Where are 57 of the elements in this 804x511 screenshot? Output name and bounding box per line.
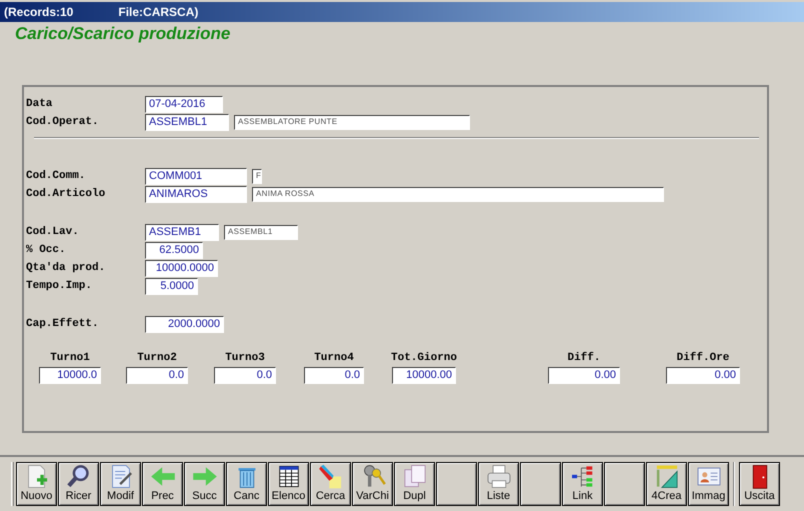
description-field: ASSEMBL1 (224, 224, 298, 240)
toolbar-button[interactable]: Liste (478, 462, 519, 506)
field-label: Cod.Comm. (26, 168, 86, 184)
input-field[interactable]: 62.5000 (145, 242, 203, 258)
input-field[interactable]: ASSEMBL1 (145, 114, 229, 130)
field-label: Qta'da prod. (26, 260, 106, 276)
toolbar-button[interactable]: 4Crea (646, 462, 687, 506)
description-field: ANIMA ROSSA (252, 186, 664, 202)
input-field[interactable]: 07-04-2016 (145, 96, 223, 112)
input-field[interactable]: ASSEMB1 (145, 224, 219, 240)
toolbar-button[interactable]: Immag (688, 462, 729, 506)
toolbar-button[interactable]: Cerca (310, 462, 351, 506)
toolbar-button[interactable]: Canc (226, 462, 267, 506)
toolbar-button[interactable]: Link (562, 462, 603, 506)
input-field[interactable]: 0.0 (214, 367, 276, 384)
input-field[interactable]: 10000.00 (392, 367, 456, 384)
input-field[interactable]: 0.0 (304, 367, 364, 384)
field-label: Cod.Operat. (26, 114, 100, 130)
input-field[interactable]: 10000.0000 (145, 260, 218, 276)
column-label: Diff. (567, 351, 600, 365)
empty-toolbar-button[interactable] (436, 462, 477, 506)
column-label: Turno4 (314, 351, 354, 365)
column-label: Turno2 (137, 351, 177, 365)
column-label: Turno3 (225, 351, 265, 365)
toolbar-button[interactable]: Succ (184, 462, 225, 506)
field-label: Tempo.Imp. (26, 278, 94, 294)
empty-toolbar-button[interactable] (520, 462, 561, 506)
input-field[interactable]: 2000.0000 (145, 316, 224, 332)
input-field[interactable]: 0.00 (666, 367, 740, 384)
empty-toolbar-button[interactable] (604, 462, 645, 506)
toolbar-button[interactable]: Modif (100, 462, 141, 506)
input-field[interactable]: COMM001 (145, 168, 247, 184)
column-label: Diff.Ore (676, 351, 730, 365)
input-field[interactable]: ANIMAROS (145, 186, 247, 202)
column-label: Tot.Giorno (391, 351, 458, 365)
toolbar-button[interactable]: Elenco (268, 462, 309, 506)
toolbar-button[interactable]: Nuovo (16, 462, 57, 506)
form-title: Carico/Scarico produzione (15, 23, 230, 45)
input-field[interactable]: 0.00 (548, 367, 620, 384)
toolbar-button[interactable]: Prec (142, 462, 183, 506)
field-label: % Occ. (26, 242, 67, 258)
field-label: Cod.Articolo (26, 186, 106, 202)
input-field[interactable]: 0.0 (126, 367, 188, 384)
field-label: Cod.Lav. (26, 224, 80, 240)
file-name: File:CARSCA) (118, 4, 198, 21)
toolbar-button[interactable]: Dupl (394, 462, 435, 506)
input-field[interactable]: 5.0000 (145, 278, 198, 294)
toolbar-button[interactable]: Uscita (739, 462, 780, 506)
record-count: (Records:10 (4, 4, 74, 21)
description-field: F (252, 168, 262, 184)
description-field: ASSEMBLATORE PUNTE (234, 114, 470, 130)
column-label: Turno1 (50, 351, 90, 365)
toolbar-button[interactable]: VarChi (352, 462, 393, 506)
field-label: Data (26, 96, 54, 112)
input-field[interactable]: 10000.0 (39, 367, 101, 384)
toolbar-button[interactable]: Ricer (58, 462, 99, 506)
field-label: Cap.Effett. (26, 316, 100, 332)
